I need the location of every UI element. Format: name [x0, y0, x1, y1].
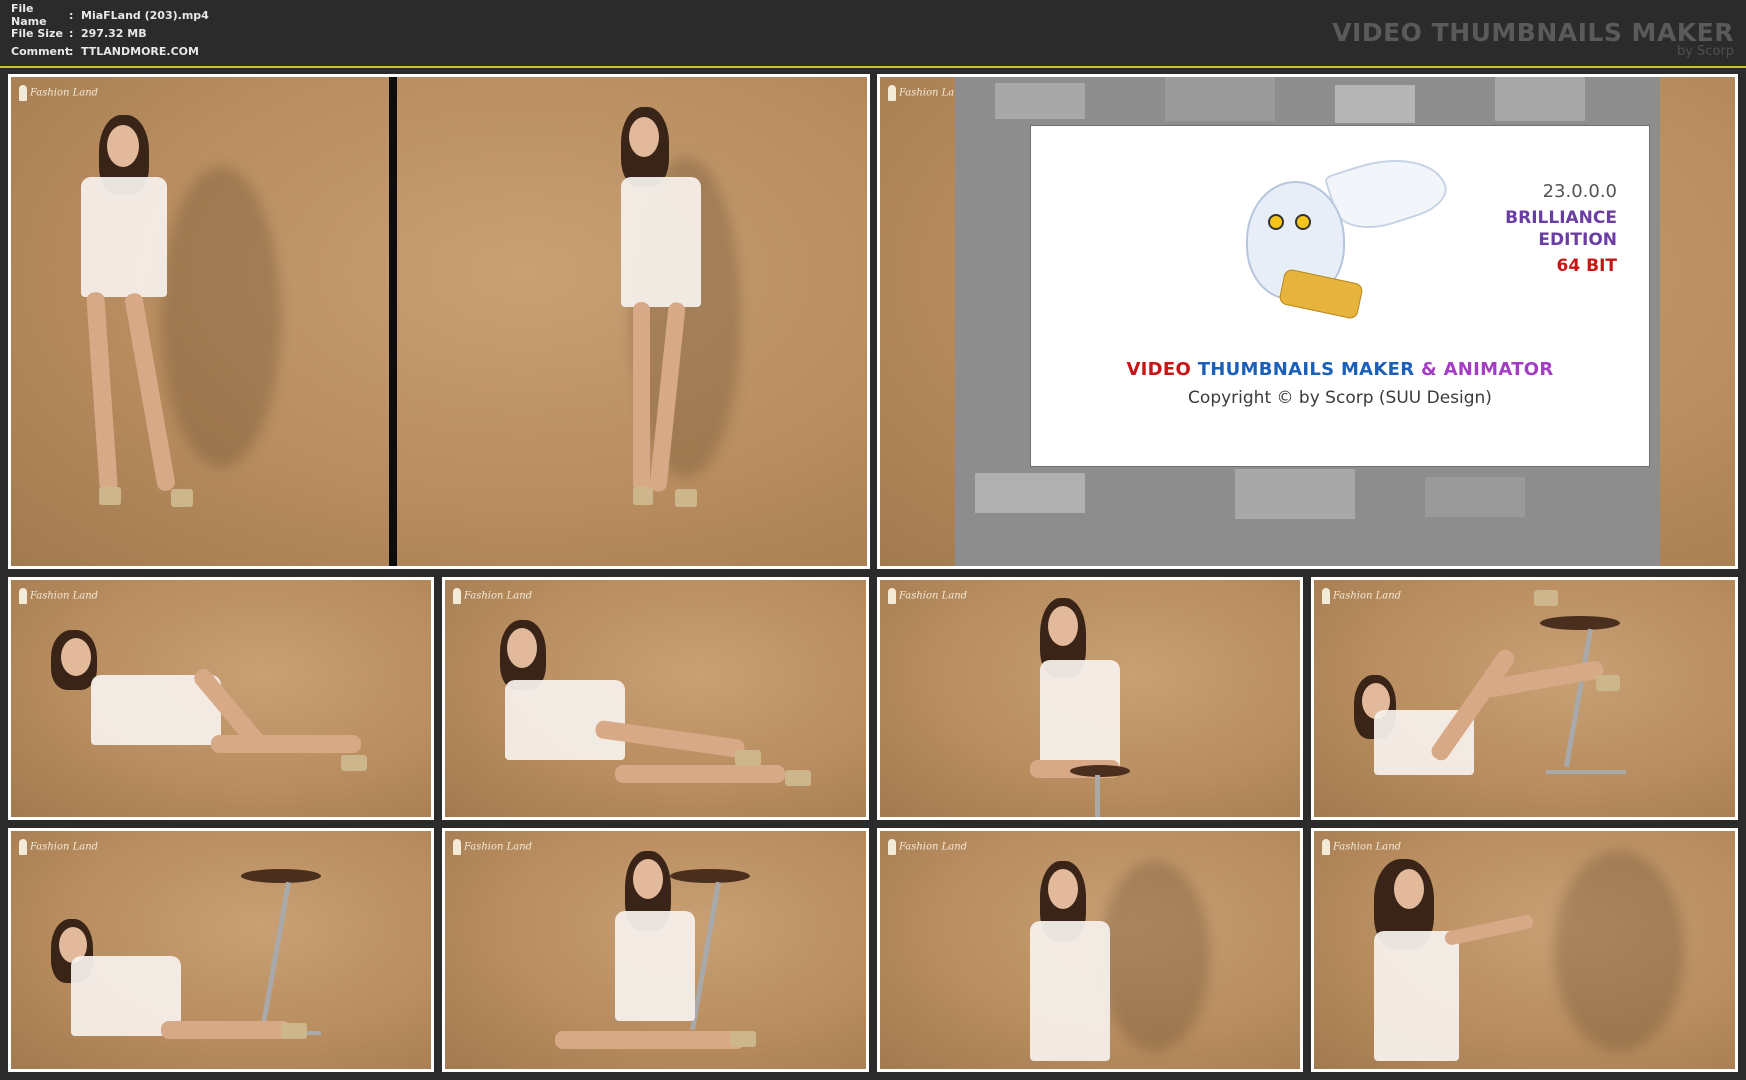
info-header: File Name : MiaFLand (203).mp4 File Size… [0, 0, 1746, 68]
thumbnail-image: Fashion Land [11, 580, 431, 817]
watermark-logo: Fashion Land [453, 588, 532, 604]
file-name-value: MiaFLand (203).mp4 [81, 8, 209, 22]
product-title: VIDEO THUMBNAILS MAKER & ANIMATOR [1126, 359, 1554, 380]
file-size-label: File Size [11, 26, 63, 40]
thumbnail-image: Fashion Land [11, 831, 431, 1069]
thumbnail-image: Fashion Land [445, 580, 866, 817]
thumbnail-image: Fashion Land [880, 580, 1300, 817]
thumbnail-image: Fashion Land [1314, 831, 1735, 1069]
file-size-value: 297.32 MB [81, 26, 147, 40]
thumbnail-image: Fashion Land 23.0.0.0 BRILLIANCE EDITION [880, 77, 1735, 566]
separator: : [69, 8, 74, 22]
file-name-label: File Name [11, 2, 47, 28]
separator: : [69, 44, 74, 58]
separator: : [69, 26, 74, 40]
comment-value: TTLANDMORE.COM [81, 44, 199, 58]
thumbnail-large-1[interactable]: Fashion Land [8, 74, 870, 569]
bits-text: 64 BIT [1556, 256, 1617, 276]
splash-background: 23.0.0.0 BRILLIANCE EDITION 64 BIT VIDEO… [955, 77, 1660, 566]
thumbnail-1[interactable]: Fashion Land [8, 577, 434, 820]
file-meta: File Name : MiaFLand (203).mp4 File Size… [11, 2, 209, 60]
brand-title: VIDEO THUMBNAILS MAKER [1332, 18, 1734, 47]
watermark-logo: Fashion Land [19, 588, 98, 604]
thumbnail-7[interactable]: Fashion Land [877, 828, 1303, 1072]
file-name-row: File Name : MiaFLand (203).mp4 [11, 2, 209, 28]
thumbnail-image: Fashion Land [1314, 580, 1735, 817]
thumbnail-3[interactable]: Fashion Land [877, 577, 1303, 820]
thumbnail-8[interactable]: Fashion Land [1311, 828, 1738, 1072]
watermark-logo: Fashion Land [1322, 839, 1401, 855]
owl-eye [1268, 214, 1284, 230]
comment-label: Comment [11, 44, 71, 58]
thumbnail-image: Fashion Land [880, 831, 1300, 1069]
watermark-logo: Fashion Land [453, 839, 532, 855]
comment-row: Comment : TTLANDMORE.COM [11, 42, 209, 60]
watermark-logo: Fashion Land [19, 839, 98, 855]
version-text: 23.0.0.0 [1542, 181, 1617, 202]
thumbnail-6[interactable]: Fashion Land [442, 828, 869, 1072]
owl-eye [1295, 214, 1311, 230]
file-size-row: File Size : 297.32 MB [11, 24, 209, 42]
thumbnail-large-2[interactable]: Fashion Land 23.0.0.0 BRILLIANCE EDITION [877, 74, 1738, 569]
brand-author: by Scorp [1676, 44, 1734, 59]
watermark-logo: Fashion Land [1322, 588, 1401, 604]
thumbnail-image: Fashion Land [11, 77, 867, 566]
watermark-logo: Fashion Land [888, 588, 967, 604]
thumbnail-4[interactable]: Fashion Land [1311, 577, 1738, 820]
brand-logo: VIDEO THUMBNAILS MAKER by Scorp [1332, 18, 1734, 59]
watermark-logo: Fashion Land [19, 85, 98, 101]
thumbnail-image: Fashion Land [445, 831, 866, 1069]
watermark-logo: Fashion Land [888, 839, 967, 855]
copyright-text: Copyright © by Scorp (SUU Design) [1188, 388, 1492, 408]
splash-card: 23.0.0.0 BRILLIANCE EDITION 64 BIT VIDEO… [1030, 125, 1650, 467]
thumbnail-5[interactable]: Fashion Land [8, 828, 434, 1072]
scroll-icon [1278, 268, 1364, 320]
edition-text: BRILLIANCE EDITION [1505, 208, 1617, 250]
thumbnail-2[interactable]: Fashion Land [442, 577, 869, 820]
